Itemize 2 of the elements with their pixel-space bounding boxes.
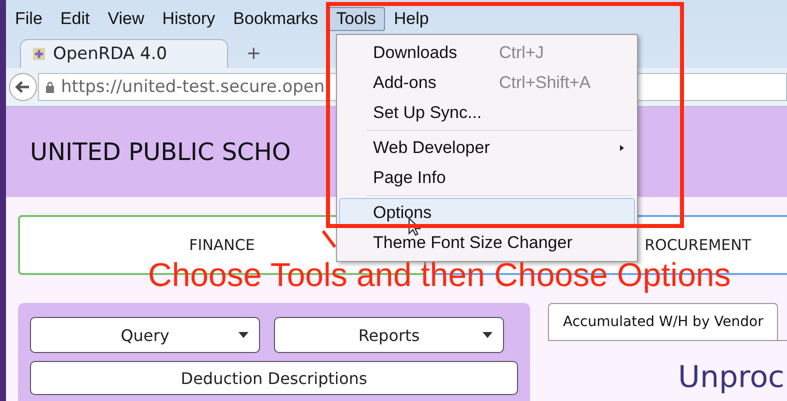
school-title: UNITED PUBLIC SCHO: [30, 138, 291, 166]
content-heading: Unproc: [678, 363, 786, 393]
